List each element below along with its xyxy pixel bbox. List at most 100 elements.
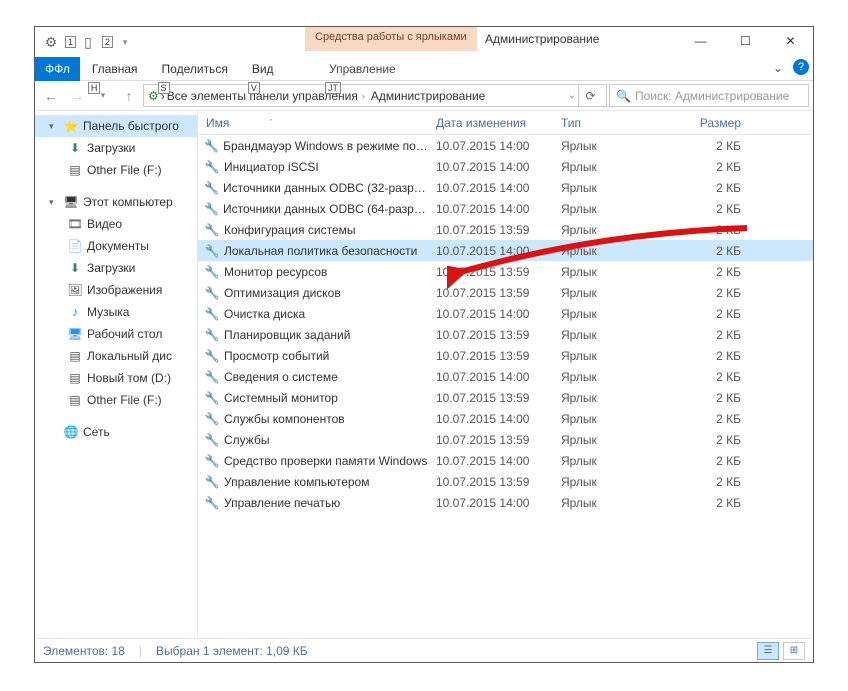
ribbon-tab[interactable]: ПоделитьсяS xyxy=(150,58,240,80)
nav-item[interactable]: ♪Музыка xyxy=(35,301,197,323)
file-row[interactable]: 🔧Службы 10.07.2015 13:59 Ярлык 2 КБ xyxy=(198,429,813,450)
file-row[interactable]: 🔧Брандмауэр Windows в режиме повы... 10.… xyxy=(198,135,813,156)
nav-group[interactable]: 🌐Сеть xyxy=(35,421,197,443)
nav-group[interactable]: ▾⭐Панель быстрого xyxy=(35,115,197,137)
item-icon: 🖥 xyxy=(67,326,83,342)
file-row[interactable]: 🔧Системный монитор 10.07.2015 13:59 Ярлы… xyxy=(198,387,813,408)
nav-item[interactable]: ▤Other File (F:) xyxy=(35,389,197,411)
nav-up-button[interactable]: ↑ xyxy=(117,84,141,108)
file-date: 10.07.2015 13:59 xyxy=(428,433,553,447)
file-date: 10.07.2015 13:59 xyxy=(428,475,553,489)
refresh-button[interactable]: ⟳ xyxy=(578,85,602,106)
column-header-size[interactable]: Размер xyxy=(663,111,753,134)
properties-icon[interactable]: ⚙ xyxy=(41,32,61,52)
chevron-right-icon[interactable]: › xyxy=(358,91,369,101)
file-size: 2 КБ xyxy=(663,349,753,363)
nav-item[interactable]: ▤Other File (F:) xyxy=(35,159,197,181)
close-button[interactable]: ✕ xyxy=(768,27,813,55)
status-item-count: Элементов: 18 xyxy=(43,644,125,658)
file-size: 2 КБ xyxy=(663,265,753,279)
nav-item[interactable]: 📄Документы xyxy=(35,235,197,257)
file-tab[interactable]: ФФл xyxy=(35,57,80,81)
address-dropdown-icon[interactable]: ⌄ xyxy=(568,90,576,101)
file-size: 2 КБ xyxy=(663,244,753,258)
nav-item[interactable]: 🖼Изображения xyxy=(35,279,197,301)
shortcut-icon: 🔧 xyxy=(204,369,220,385)
expand-icon[interactable]: ▾ xyxy=(49,121,59,132)
folder-icon: ⭐ xyxy=(63,118,79,134)
address-bar[interactable]: ⚙ › Все элементы панели управления› Адми… xyxy=(143,84,607,107)
file-type: Ярлык xyxy=(553,475,663,489)
nav-forward-button[interactable]: → xyxy=(65,84,89,108)
ribbon-tab[interactable]: ГлавнаяН xyxy=(80,58,150,80)
file-size: 2 КБ xyxy=(663,391,753,405)
shortcut-icon: 🔧 xyxy=(204,201,219,217)
shortcut-icon: 🔧 xyxy=(204,306,220,322)
nav-item[interactable]: ⬇Загрузки xyxy=(35,257,197,279)
nav-item[interactable]: ▤Локальный дис xyxy=(35,345,197,367)
column-header-name[interactable]: Имяˆ xyxy=(198,111,428,134)
nav-item[interactable]: ▤ Новый том (D:) xyxy=(35,367,197,389)
item-icon: ⬇ xyxy=(67,140,83,156)
key-tip: S xyxy=(158,82,170,94)
file-list[interactable]: 🔧Брандмауэр Windows в режиме повы... 10.… xyxy=(198,135,813,638)
file-type: Ярлык xyxy=(553,223,663,237)
item-icon: ▤ xyxy=(67,348,83,364)
file-row[interactable]: 🔧Службы компонентов 10.07.2015 14:00 Ярл… xyxy=(198,408,813,429)
file-row[interactable]: 🔧Источники данных ODBC (64-разрядна... 1… xyxy=(198,198,813,219)
file-date: 10.07.2015 14:00 xyxy=(428,181,553,195)
new-folder-icon[interactable]: ▯ xyxy=(78,32,98,52)
file-row[interactable]: 🔧Инициатор iSCSI 10.07.2015 14:00 Ярлык … xyxy=(198,156,813,177)
file-row[interactable]: 🔧Оптимизация дисков 10.07.2015 13:59 Ярл… xyxy=(198,282,813,303)
file-row[interactable]: 🔧Монитор ресурсов 10.07.2015 13:59 Ярлык… xyxy=(198,261,813,282)
file-name: Просмотр событий xyxy=(224,349,329,363)
nav-item[interactable]: ⬇Загрузки xyxy=(35,137,197,159)
file-row[interactable]: 🔧Конфигурация системы 10.07.2015 13:59 Я… xyxy=(198,219,813,240)
expand-icon[interactable]: ▾ xyxy=(49,197,59,208)
column-header-type[interactable]: Тип xyxy=(553,111,663,134)
file-name: Монитор ресурсов xyxy=(224,265,327,279)
view-details-button[interactable]: ☰ xyxy=(757,642,779,660)
column-header-date[interactable]: Дата изменения xyxy=(428,111,553,134)
help-icon[interactable]: ? xyxy=(793,59,809,75)
file-row[interactable]: 🔧Сведения о системе 10.07.2015 14:00 Ярл… xyxy=(198,366,813,387)
maximize-button[interactable]: ☐ xyxy=(723,27,768,55)
qat-dropdown-icon[interactable]: ▾ xyxy=(115,32,135,52)
window-controls: — ☐ ✕ xyxy=(678,27,813,55)
file-name: Источники данных ODBC (64-разрядна... xyxy=(223,202,428,216)
ribbon-collapse-icon[interactable]: ⌄ xyxy=(773,61,783,75)
file-date: 10.07.2015 14:00 xyxy=(428,307,553,321)
breadcrumb-segment[interactable]: Администрирование xyxy=(371,89,485,103)
navigation-pane[interactable]: ▾⭐Панель быстрого⬇Загрузки▤Other File (F… xyxy=(35,111,198,638)
nav-label: Новый том (D:) xyxy=(87,371,171,385)
ribbon: ФФл ГлавнаяНПоделитьсяSВидV Управление J… xyxy=(35,57,813,81)
item-icon: ▤ xyxy=(67,370,83,386)
file-name: Очистка диска xyxy=(224,307,305,321)
nav-group[interactable]: ▾🖥Этот компьютер xyxy=(35,191,197,213)
file-row[interactable]: 🔧Просмотр событий 10.07.2015 13:59 Ярлык… xyxy=(198,345,813,366)
contextual-tab-label: Средства работы с ярлыками xyxy=(305,27,477,51)
nav-item[interactable]: 🎞Видео xyxy=(35,213,197,235)
view-large-icons-button[interactable]: ⊞ xyxy=(783,642,805,660)
file-row[interactable]: 🔧Средство проверки памяти Windows 10.07.… xyxy=(198,450,813,471)
file-row[interactable]: 🔧Планировщик заданий 10.07.2015 13:59 Яр… xyxy=(198,324,813,345)
nav-label: Документы xyxy=(87,239,149,253)
tab-manage[interactable]: Управление JT xyxy=(317,58,408,80)
file-size: 2 КБ xyxy=(663,433,753,447)
search-input[interactable]: 🔍 Поиск: Администрирование xyxy=(609,84,809,107)
nav-label: Музыка xyxy=(87,305,129,319)
file-row[interactable]: 🔧Источники данных ODBC (32-разрядна... 1… xyxy=(198,177,813,198)
minimize-button[interactable]: — xyxy=(678,27,723,55)
title-bar: ⚙ 1 ▯ 2 ▾ Средства работы с ярлыками Адм… xyxy=(35,27,813,57)
file-row[interactable]: 🔧Управление печатью 10.07.2015 14:00 Ярл… xyxy=(198,492,813,513)
ribbon-tab[interactable]: ВидV xyxy=(240,58,286,80)
nav-back-button[interactable]: ← xyxy=(39,84,63,108)
key-tip: 1 xyxy=(65,36,76,48)
nav-item[interactable]: 🖥Рабочий стол xyxy=(35,323,197,345)
file-row[interactable]: 🔧Очистка диска 10.07.2015 14:00 Ярлык 2 … xyxy=(198,303,813,324)
file-type: Ярлык xyxy=(553,370,663,384)
file-type: Ярлык xyxy=(553,496,663,510)
shortcut-icon: 🔧 xyxy=(204,348,220,364)
file-row[interactable]: 🔧Управление компьютером 10.07.2015 13:59… xyxy=(198,471,813,492)
file-row[interactable]: 🔧Локальная политика безопасности 10.07.2… xyxy=(198,240,813,261)
